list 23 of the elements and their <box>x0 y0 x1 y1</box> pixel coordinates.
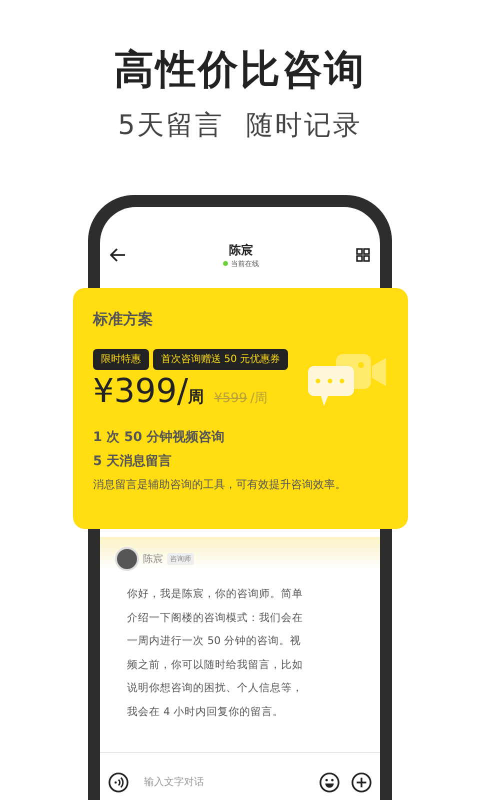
promo-tag: 首次咨询赠送 50 元优惠券 <box>153 348 288 370</box>
plan-note: 消息留言是辅助咨询的工具，可有效提升咨询效率。 <box>93 476 347 492</box>
price-unit: 周 <box>188 386 204 408</box>
plan-feature: 5 天消息留言 <box>93 452 173 471</box>
emoji-icon[interactable] <box>319 772 340 792</box>
subheadline: 随时记录 <box>246 109 362 143</box>
plan-card[interactable]: 标准方案 限时特惠 首次咨询赠送 50 元优惠券 ¥399/周 ¥599 /周 1 次 50 分钟视频咨询 5 天消息留言 消息留言是辅助咨询的工具，可有效提升咨询效率。 <box>73 288 408 529</box>
sender-name: 陈宸 <box>143 552 163 566</box>
message-text: 你好，我是陈宸，你的咨询师。简单介绍一下阁楼的咨询模式：我们会在一周内进行一次 50 分钟的咨询。视频之前，你可以随时给我留言，比如说明你想咨询的困扰、个人信息等，我会在 4 小时内回复你的留言。 <box>127 587 304 720</box>
add-icon[interactable] <box>351 772 372 792</box>
promo-tag: 限时特惠 <box>93 348 149 370</box>
price: ¥399/ <box>93 372 188 410</box>
original-price: ¥599 <box>214 390 248 408</box>
subheadline: 5天留言 <box>118 109 224 143</box>
contact-name: 陈宸 <box>229 242 253 258</box>
plan-feature: 1 次 50 分钟视频咨询 <box>93 428 226 446</box>
voice-icon[interactable] <box>108 772 129 792</box>
plan-title: 标准方案 <box>93 309 154 330</box>
headline: 高性价比咨询 <box>114 46 366 95</box>
original-price-unit: /周 <box>250 390 268 408</box>
back-arrow-icon[interactable] <box>110 248 126 262</box>
message-input[interactable]: 输入文字对话 <box>144 774 319 790</box>
grid-icon[interactable] <box>356 248 370 262</box>
